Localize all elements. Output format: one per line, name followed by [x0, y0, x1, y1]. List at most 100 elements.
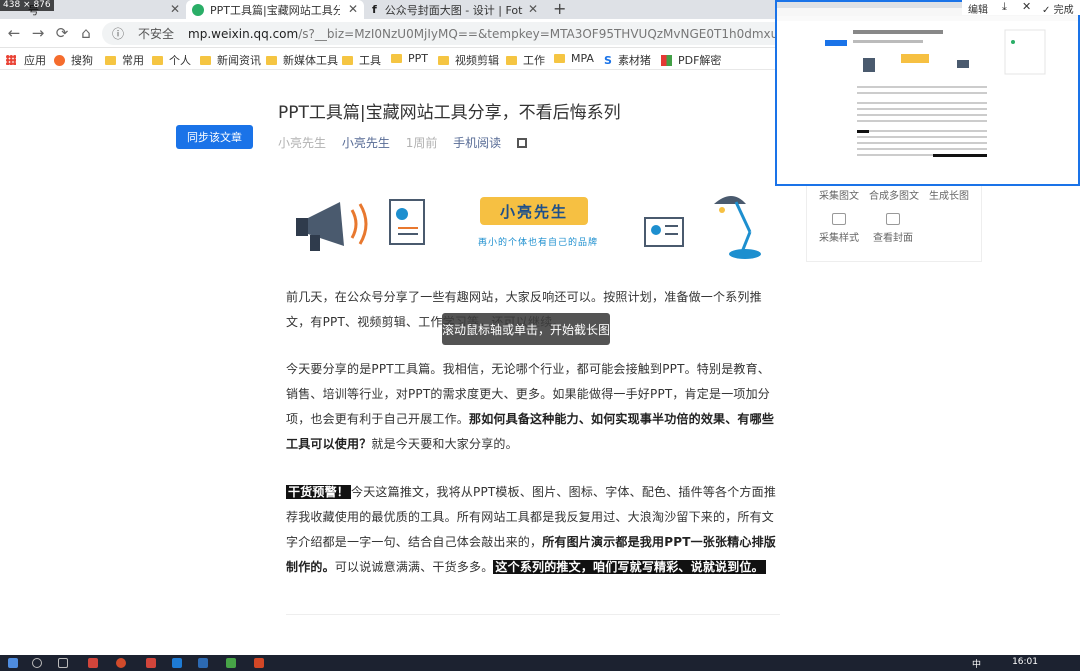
new-tab-button[interactable]: + [553, 0, 566, 18]
tool-long-image[interactable]: 生成长图 [929, 187, 969, 202]
article-meta: 小亮先生 小亮先生 1周前 手机阅读 [278, 134, 551, 151]
bookmark-label: MPA [571, 52, 594, 65]
author-name: 小亮先生 [278, 136, 327, 150]
bookmark-folder[interactable]: MPA [554, 52, 594, 65]
pdf-icon [661, 54, 672, 66]
sucaizhu-icon: S [604, 53, 612, 67]
bookmark-sucaizhu[interactable]: S 素材猪 [604, 52, 651, 68]
bookmark-folder[interactable]: 新闻资讯 [200, 52, 261, 68]
app-icon[interactable] [198, 658, 208, 668]
mobile-read-link[interactable]: 手机阅读 [453, 136, 539, 150]
system-clock[interactable]: 16:01 [1012, 657, 1038, 667]
bookmark-label: 新媒体工具 [283, 54, 338, 67]
close-icon[interactable]: ✕ [1022, 0, 1031, 13]
task-view-icon[interactable] [58, 658, 68, 668]
folder-icon [506, 55, 517, 65]
screenshot-thumbnail [777, 2, 1078, 157]
tab-label: 公众号封面大图 - 设计 | Fotor懒 [384, 3, 523, 17]
taskbar: 中 16:01 [0, 655, 1080, 671]
address-bar[interactable]: ⓘ 不安全 mp.weixin.qq.com /s?__biz=MzI0NzU0… [102, 22, 802, 45]
app-icon[interactable] [254, 658, 264, 668]
mobile-read-label: 手机阅读 [453, 136, 502, 150]
screenshot-preview[interactable] [775, 0, 1080, 186]
home-button[interactable]: ⌂ [76, 23, 96, 43]
check-icon: ✓ [1042, 5, 1051, 16]
back-button[interactable]: ← [4, 23, 24, 43]
browser-icon[interactable] [116, 658, 126, 668]
fotor-icon: f [372, 3, 377, 16]
paragraph-3: 干货预警！ 今天这篇推文，我将从PPT模板、图片、图标、字体、配色、插件等各个方面… [286, 480, 780, 580]
bookmark-label: 个人 [169, 54, 191, 67]
tab-fotor[interactable]: f 公众号封面大图 - 设计 | Fotor懒 ✕ [364, 0, 544, 19]
folder-icon [152, 55, 163, 65]
reload-button[interactable]: ⟳ [52, 23, 72, 43]
tool-collect-article[interactable]: 采集图文 [819, 187, 859, 202]
wechat-icon [192, 3, 204, 16]
folder-icon [342, 55, 353, 65]
highlight-tail: 这个系列的推文，咱们写就写精彩、说就说到位。 [493, 560, 766, 574]
publish-time: 1周前 [405, 136, 438, 150]
forward-button[interactable]: → [28, 23, 48, 43]
app-icon[interactable] [226, 658, 236, 668]
megaphone-icon [296, 202, 368, 251]
bookmark-folder[interactable]: PPT [391, 52, 428, 65]
sogou-icon [54, 54, 65, 66]
folder-icon [200, 55, 211, 65]
bookmark-label: 工具 [359, 54, 381, 67]
bookmark-folder[interactable]: 工具 [342, 52, 381, 68]
tab-active-article[interactable]: PPT工具篇|宝藏网站工具分享, 不 ✕ [186, 0, 364, 19]
search-icon[interactable] [32, 658, 42, 668]
url-domain: mp.weixin.qq.com [188, 26, 299, 41]
divider [286, 614, 780, 615]
selection-dimensions: 438 × 876 [0, 0, 54, 11]
start-icon[interactable] [8, 658, 18, 668]
info-icon[interactable]: ⓘ [112, 25, 124, 42]
image-icon [886, 213, 900, 225]
app-icon[interactable] [172, 658, 182, 668]
long-screenshot-toast: 滚动鼠标轴或单击，开始截长图 [442, 313, 610, 345]
bookmark-apps[interactable]: 应用 [6, 52, 46, 68]
tool-merge-articles[interactable]: 合成多图文 [869, 187, 919, 202]
paragraph-2: 今天要分享的是PPT工具篇。我相信，无论哪个行业，都可能会接触到PPT。特别是教… [286, 357, 780, 457]
bookmark-label: 工作 [523, 54, 545, 67]
screenshot-toolbar: 编辑 ⤓ ✕ ✓ 完成 [962, 0, 1080, 16]
bookmark-folder[interactable]: 新媒体工具 [266, 52, 338, 68]
folder-icon [266, 55, 277, 65]
app-icon[interactable] [146, 658, 156, 668]
done-button[interactable]: ✓ 完成 [1042, 1, 1074, 16]
bookmark-folder[interactable]: 常用 [105, 52, 144, 68]
bookmark-label: PDF解密 [678, 54, 722, 67]
app-icon[interactable] [88, 658, 98, 668]
tool-collect-style[interactable]: 采集样式 [819, 213, 859, 244]
folder-icon [391, 54, 402, 63]
article-title: PPT工具篇|宝藏网站工具分享，不看后悔系列 [278, 103, 621, 123]
folder-icon [554, 54, 565, 63]
tab-label: PPT工具篇|宝藏网站工具分享, 不 [210, 3, 340, 17]
folder-icon [438, 55, 449, 65]
bookmark-folder[interactable]: 视频剪辑 [438, 52, 499, 68]
tools-panel: 采集图文 合成多图文 生成长图 采集样式 查看封面 [806, 180, 982, 262]
grid-icon [832, 213, 846, 225]
ime-indicator[interactable]: 中 [972, 657, 981, 670]
bookmark-label: 搜狗 [71, 54, 93, 67]
highlight-tag: 干货预警！ [286, 485, 352, 499]
bookmark-label: PPT [408, 52, 428, 65]
close-icon[interactable]: ✕ [348, 2, 358, 16]
bookmark-pdf[interactable]: PDF解密 [661, 52, 721, 68]
tool-label: 采集样式 [819, 233, 859, 244]
account-link[interactable]: 小亮先生 [342, 136, 390, 150]
close-icon[interactable]: ✕ [170, 2, 180, 16]
bookmark-sogou[interactable]: 搜狗 [54, 52, 93, 68]
sync-article-button[interactable]: 同步该文章 [176, 125, 253, 149]
bookmark-folder[interactable]: 个人 [152, 52, 191, 68]
download-icon[interactable]: ⤓ [1002, 0, 1007, 14]
tool-view-cover[interactable]: 查看封面 [873, 213, 913, 244]
done-label: 完成 [1053, 5, 1074, 16]
security-label: 不安全 [138, 27, 175, 41]
bookmark-folder[interactable]: 工作 [506, 52, 545, 68]
close-icon[interactable]: ✕ [528, 2, 538, 16]
tool-label: 查看封面 [873, 233, 913, 244]
edit-button[interactable]: 编辑 [968, 1, 988, 16]
document-icon [389, 199, 425, 245]
paragraph-text: 可以说诚意满满、干货多多。 [334, 560, 494, 574]
